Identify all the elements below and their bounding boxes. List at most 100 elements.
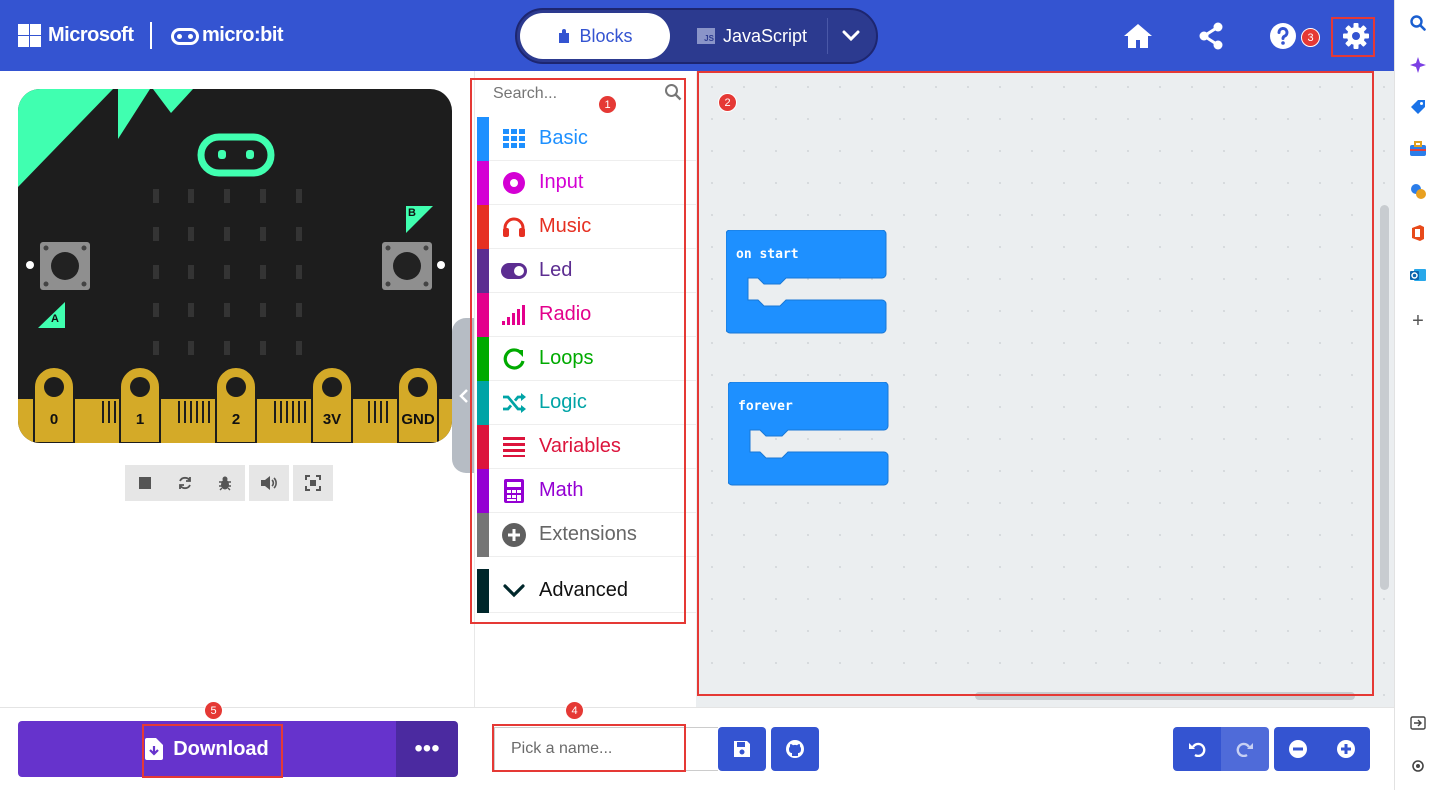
category-logic[interactable]: Logic [477, 380, 697, 425]
category-loops[interactable]: Loops [477, 336, 697, 381]
category-math[interactable]: Math [477, 468, 697, 513]
category-led[interactable]: Led [477, 248, 697, 293]
category-basic[interactable]: Basic [477, 116, 697, 161]
restart-simulator-button[interactable] [165, 465, 205, 501]
settings-button[interactable] [1338, 18, 1374, 54]
simulator-panel: A B 0 1 2 3V GND [0, 71, 476, 707]
forever-block[interactable]: forever [727, 381, 890, 492]
download-label: Download [173, 737, 269, 760]
category-radio[interactable]: Radio [477, 292, 697, 337]
category-label: Logic [539, 391, 587, 413]
tools-briefcase-icon[interactable] [1407, 138, 1429, 160]
search-icon[interactable] [1407, 12, 1429, 34]
mute-button[interactable] [249, 465, 289, 501]
language-dropdown-button[interactable] [829, 13, 873, 59]
category-label: Radio [539, 303, 592, 325]
chevron-left-icon [459, 388, 468, 403]
download-button[interactable]: Download [18, 721, 396, 777]
copilot-sparkle-icon[interactable] [1407, 54, 1429, 76]
zoom-in-button[interactable] [1322, 727, 1370, 771]
category-color-bar [477, 116, 489, 161]
annotation-badge-4: 4 [565, 701, 584, 720]
category-color-bar [477, 336, 489, 381]
category-color-bar [477, 512, 489, 557]
zoom-out-icon [1289, 740, 1307, 758]
help-button[interactable] [1265, 18, 1301, 54]
debug-button[interactable] [205, 465, 245, 501]
category-music[interactable]: Music [477, 204, 697, 249]
undo-button[interactable] [1173, 727, 1221, 771]
refresh-icon [501, 346, 527, 372]
blocks-tab[interactable]: Blocks [520, 13, 670, 59]
office-icon[interactable] [1407, 222, 1429, 244]
category-color-bar [477, 468, 489, 513]
category-label: Music [539, 215, 592, 237]
fullscreen-icon [305, 475, 321, 491]
js-file-icon: JS [696, 28, 715, 44]
headphones-icon [501, 214, 527, 240]
github-button[interactable] [771, 727, 819, 771]
zoom-out-button[interactable] [1274, 727, 1322, 771]
category-advanced[interactable]: Advanced [477, 568, 697, 613]
add-panel-icon[interactable]: + [1407, 310, 1429, 332]
category-color-bar [477, 380, 489, 425]
toggle-icon [501, 258, 527, 284]
redo-button[interactable] [1221, 727, 1269, 771]
share-button[interactable] [1193, 18, 1229, 54]
restart-icon [179, 476, 191, 490]
microbit-brand[interactable]: micro:bit [202, 24, 284, 47]
collapse-simulator-button[interactable] [452, 318, 476, 473]
workspace-vertical-scrollbar[interactable] [1380, 205, 1389, 590]
javascript-tab-label: JavaScript [722, 25, 808, 46]
undo-icon [1189, 742, 1206, 757]
project-name-input[interactable] [494, 727, 718, 771]
outlook-icon[interactable] [1407, 264, 1429, 286]
on-start-block[interactable]: on start [725, 229, 888, 340]
redo-icon [1236, 742, 1253, 757]
download-options-button[interactable]: ••• [396, 721, 458, 777]
editor-mode-switch: Blocks JS JavaScript [515, 8, 878, 64]
button-b-label: B [408, 207, 416, 219]
category-color-bar [477, 424, 489, 469]
annotation-badge-2: 2 [718, 93, 737, 112]
save-button[interactable] [718, 727, 766, 771]
forever-label: forever [738, 399, 793, 414]
category-color-bar [477, 248, 489, 293]
home-icon [1124, 24, 1152, 48]
zoom-in-icon [1337, 740, 1355, 758]
category-input[interactable]: Input [477, 160, 697, 205]
category-color-bar [477, 204, 489, 249]
category-label: Extensions [539, 523, 637, 545]
panel-exit-icon[interactable] [1407, 712, 1429, 734]
microbit-board: A B 0 1 2 3V GND [18, 89, 452, 443]
plus-circle-icon [501, 522, 527, 548]
save-icon [734, 741, 750, 757]
chevron-down-icon [501, 578, 527, 604]
on-start-block-shape [725, 229, 887, 334]
javascript-tab[interactable]: JS JavaScript [682, 13, 822, 59]
browser-side-panel: + [1394, 0, 1440, 790]
board-graphic [18, 89, 452, 443]
target-icon [501, 170, 527, 196]
annotation-badge-1: 1 [598, 95, 617, 114]
puzzle-icon [559, 29, 570, 43]
microsoft-logo-icon [18, 24, 41, 47]
category-variables[interactable]: Variables [477, 424, 697, 469]
toolbox-search-input[interactable] [493, 83, 683, 105]
category-color-bar [477, 568, 489, 613]
category-extensions[interactable]: Extensions [477, 512, 697, 557]
share-icon [1199, 22, 1223, 50]
games-icon[interactable] [1407, 180, 1429, 202]
header-divider [150, 22, 152, 49]
bug-icon [219, 476, 231, 491]
search-icon[interactable] [664, 83, 682, 106]
fullscreen-button[interactable] [293, 465, 333, 501]
workspace-horizontal-scrollbar[interactable] [975, 692, 1355, 700]
category-label: Loops [539, 347, 594, 369]
list-lines-icon [501, 434, 527, 460]
browser-settings-icon[interactable] [1407, 755, 1429, 777]
home-button[interactable] [1120, 18, 1156, 54]
stop-simulator-button[interactable] [125, 465, 165, 501]
shopping-tag-icon[interactable] [1407, 96, 1429, 118]
category-color-bar [477, 160, 489, 205]
